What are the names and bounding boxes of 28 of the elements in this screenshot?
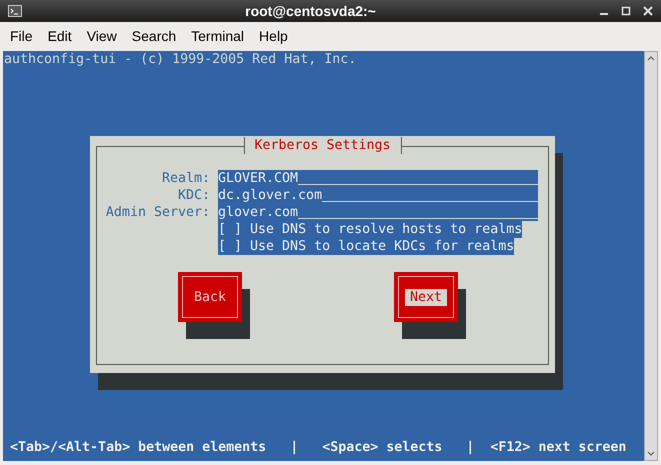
maximize-icon[interactable] — [621, 6, 631, 16]
field-label: KDC: — [176, 187, 210, 204]
checkbox-label: Use DNS to locate KDCs for realms — [250, 238, 514, 255]
input-field[interactable]: glover.com — [218, 204, 538, 221]
menu-item[interactable]: File — [10, 26, 33, 46]
field-label: Realm: — [160, 170, 210, 187]
menu-item[interactable]: View — [86, 26, 117, 46]
checkbox-label: Use DNS to resolve hosts to realms — [250, 221, 522, 238]
key-help-text: <Tab>/<Alt-Tab> between elements | <Space> selects | <F12> next screen — [10, 440, 626, 455]
checkbox[interactable]: [ ] — [218, 221, 242, 238]
input-field[interactable]: dc.glover.com — [218, 187, 538, 204]
window-title: root@centosvda2:~ — [244, 2, 377, 20]
menu-item[interactable]: Edit — [48, 26, 72, 46]
scrollbar[interactable] — [644, 51, 658, 461]
menu-item[interactable]: Search — [132, 26, 176, 46]
field-label: Admin Server: — [104, 204, 210, 221]
input-field[interactable]: GLOVER.COM — [218, 170, 538, 187]
scroll-down-icon[interactable] — [647, 451, 655, 457]
header-text: authconfig-tui - (c) 1999-2005 Red Hat, Inc. — [4, 52, 356, 67]
checkbox[interactable]: [ ] — [218, 238, 242, 255]
scroll-up-icon[interactable] — [647, 55, 655, 61]
next-button[interactable]: Next — [394, 272, 458, 322]
menu-item[interactable]: Terminal — [191, 26, 244, 46]
menu-item[interactable]: Help — [259, 26, 288, 46]
dialog-title: Kerberos Settings — [243, 137, 402, 154]
close-icon[interactable] — [643, 6, 653, 16]
back-button[interactable]: Back — [178, 272, 242, 322]
terminal-icon — [8, 5, 22, 17]
